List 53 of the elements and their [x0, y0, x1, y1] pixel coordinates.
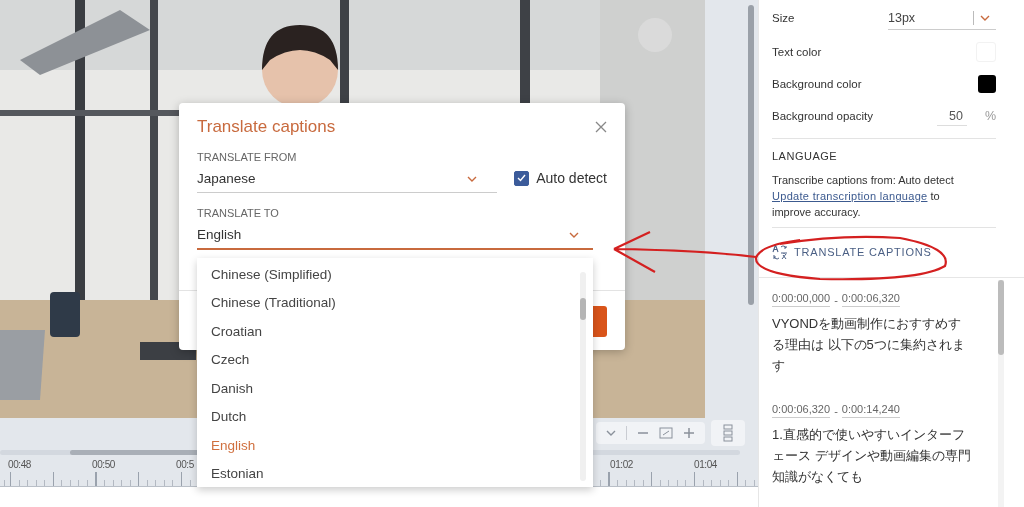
end-time-field[interactable]: 0:00:14,240 — [841, 403, 900, 418]
time-label: 00:5 — [176, 458, 195, 472]
language-select[interactable]: English — [197, 219, 593, 250]
language-description: Transcribe captions from: Auto detect Update transcription language to improve accuracy. — [772, 173, 955, 220]
time-label: 00:50 — [92, 458, 117, 472]
scrollbar[interactable] — [748, 5, 754, 305]
chevron-down-icon[interactable] — [980, 14, 990, 21]
start-time-field[interactable]: 0:00:00,000 — [772, 292, 831, 307]
language-option[interactable]: Chinese (Simplified) — [197, 260, 580, 289]
chevron-down-icon[interactable] — [606, 430, 616, 436]
setting-label: Size — [772, 12, 795, 24]
scrollbar[interactable] — [998, 280, 1004, 355]
time-label: 00:48 — [8, 458, 33, 472]
start-time-field[interactable]: 0:00:06,320 — [772, 403, 831, 418]
chevron-down-icon[interactable] — [467, 175, 477, 182]
translate-captions-button[interactable]: TRANSLATE CAPTIONS — [772, 244, 932, 260]
dialog-title: Translate captions — [197, 117, 336, 137]
end-time-field[interactable]: 0:00:06,320 — [841, 292, 900, 307]
time-label: 01:02 — [610, 458, 635, 472]
color-swatch[interactable] — [978, 75, 996, 93]
time-separator: - — [834, 404, 838, 417]
chevron-down-icon[interactable] — [569, 231, 579, 238]
close-icon[interactable] — [595, 121, 607, 133]
language-option[interactable]: Dutch — [197, 402, 580, 431]
time-label: 01:04 — [694, 458, 719, 472]
language-option[interactable]: Czech — [197, 345, 580, 374]
language-option[interactable]: Chinese (Traditional) — [197, 288, 580, 317]
language-select[interactable]: Japanese — [197, 163, 497, 193]
size-select[interactable]: 13px — [888, 6, 996, 30]
update-language-link[interactable]: Update transcription language — [772, 190, 928, 202]
setting-label: Background color — [772, 78, 862, 90]
caption-text[interactable]: VYONDを動画制作におすすめする理由は 以下の5つに集約されます — [772, 313, 972, 376]
plus-icon[interactable] — [683, 427, 695, 439]
auto-detect-checkbox[interactable]: Auto detect — [514, 170, 607, 186]
unit-label: % — [984, 109, 996, 123]
stacked-rows-icon — [723, 424, 733, 442]
field-label: TRANSLATE FROM — [197, 151, 298, 163]
setting-label: Background opacity — [772, 110, 873, 122]
language-option[interactable]: Danish — [197, 374, 580, 403]
section-heading: LANGUAGE — [772, 150, 839, 162]
time-separator: - — [834, 293, 838, 306]
caption-text[interactable]: 1.直感的で使いやすいインターフェース デザインや動画編集の専門知識がなくても — [772, 424, 972, 487]
scrollbar[interactable] — [580, 298, 586, 320]
check-icon — [517, 174, 527, 182]
layout-button[interactable] — [711, 420, 745, 446]
fit-screen-icon[interactable] — [659, 427, 673, 439]
setting-label: Text color — [772, 46, 822, 58]
language-option[interactable]: Estonian — [197, 459, 580, 487]
checkbox[interactable] — [514, 170, 530, 186]
language-option[interactable]: Croatian — [197, 317, 580, 346]
opacity-field[interactable]: 50 — [936, 106, 967, 126]
translate-icon — [772, 244, 788, 260]
field-label: TRANSLATE TO — [197, 207, 280, 219]
